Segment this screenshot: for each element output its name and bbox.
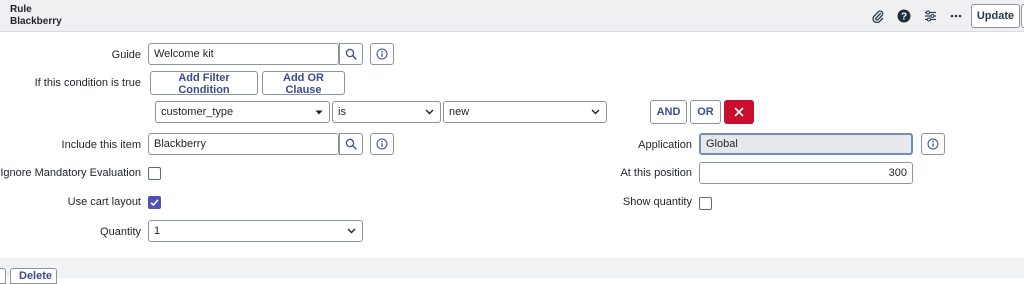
and-button[interactable]: AND — [650, 100, 687, 124]
condition-field-select[interactable]: customer_type — [155, 101, 330, 123]
application-field[interactable]: Global — [699, 133, 913, 155]
check-icon — [150, 199, 159, 207]
show-quantity-checkbox[interactable] — [699, 197, 712, 210]
quantity-label: Quantity — [100, 226, 141, 238]
condition-value-select[interactable]: new — [443, 101, 607, 123]
quantity-value: 1 — [154, 225, 161, 237]
search-icon — [345, 48, 357, 60]
settings-icon[interactable] — [922, 8, 938, 24]
chevron-down-icon — [347, 221, 356, 248]
show-quantity-label: Show quantity — [622, 196, 692, 208]
ignore-mandatory-checkbox[interactable] — [148, 167, 161, 180]
ignore-mandatory-label: Ignore Mandatory Evaluation — [0, 167, 141, 179]
delete-button[interactable]: Delete — [10, 268, 57, 284]
application-label: Application — [638, 139, 692, 151]
chevron-down-icon — [425, 102, 434, 129]
info-icon — [927, 138, 939, 150]
paperclip-icon[interactable] — [870, 8, 886, 24]
prev-footer-button[interactable] — [0, 268, 6, 284]
condition-operator-value: is — [338, 106, 346, 118]
position-field[interactable]: 300 — [699, 162, 913, 184]
include-item-info-button[interactable] — [370, 133, 394, 155]
form-header: Rule Blackberry ? Update — [0, 0, 1024, 32]
or-button[interactable]: OR — [690, 100, 721, 124]
use-cart-layout-label: Use cart layout — [67, 196, 141, 208]
chevron-down-icon — [591, 102, 600, 129]
position-label: At this position — [620, 167, 692, 179]
add-or-clause-button[interactable]: Add OR Clause — [262, 71, 345, 96]
include-item-field[interactable]: Blackberry — [148, 133, 339, 155]
search-icon — [345, 138, 357, 150]
remove-condition-button[interactable] — [724, 100, 754, 124]
close-icon — [734, 107, 744, 117]
condition-value-value: new — [449, 106, 470, 118]
form-title-record: Blackberry — [10, 16, 62, 27]
form-title: Rule Blackberry — [10, 4, 62, 28]
update-button[interactable]: Update — [971, 4, 1020, 28]
info-icon — [376, 138, 388, 150]
form-footer — [0, 258, 1024, 278]
use-cart-layout-checkbox[interactable] — [148, 196, 161, 209]
include-item-label: Include this item — [61, 139, 141, 151]
guide-info-button[interactable] — [370, 43, 394, 65]
info-icon — [376, 48, 388, 60]
application-info-button[interactable] — [921, 133, 945, 155]
condition-label: If this condition is true — [34, 77, 141, 89]
guide-field[interactable]: Welcome kit — [148, 43, 339, 65]
add-filter-condition-button[interactable]: Add Filter Condition — [150, 71, 258, 96]
guide-search-button[interactable] — [339, 43, 363, 65]
form-title-type: Rule — [10, 4, 32, 15]
condition-field-value: customer_type — [161, 106, 234, 118]
more-icon[interactable] — [948, 8, 964, 24]
svg-text:?: ? — [901, 12, 907, 23]
condition-operator-select[interactable]: is — [332, 101, 441, 123]
caret-down-icon — [315, 102, 323, 129]
guide-label: Guide — [111, 49, 141, 61]
quantity-select[interactable]: 1 — [148, 220, 363, 242]
help-icon[interactable]: ? — [896, 8, 912, 24]
include-item-search-button[interactable] — [339, 133, 363, 155]
